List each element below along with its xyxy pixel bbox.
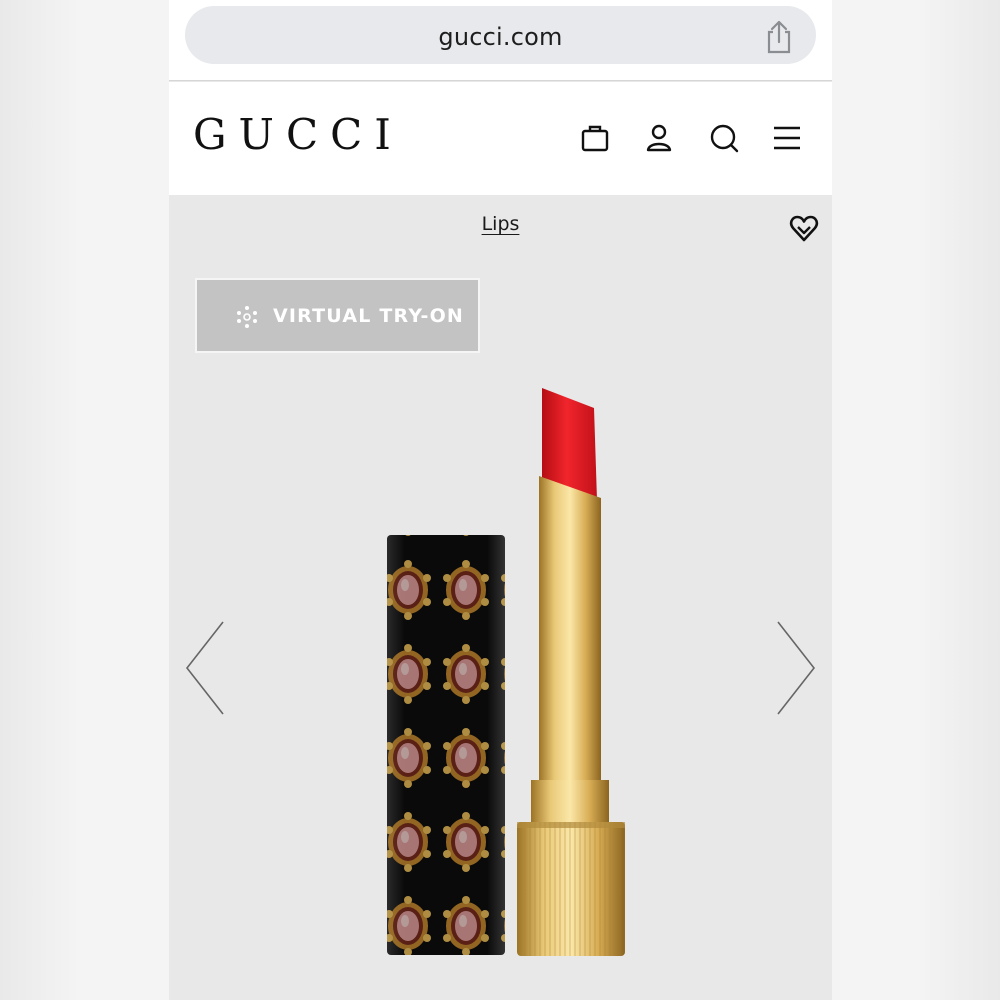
chevron-left-icon[interactable] (183, 620, 227, 720)
account-icon[interactable] (643, 122, 675, 154)
menu-icon[interactable] (771, 122, 803, 154)
browser-bar: gucci.com (169, 0, 832, 81)
face-scan-icon (237, 306, 257, 328)
breadcrumb: Lips (169, 213, 832, 235)
red-lipstick-image (387, 388, 625, 956)
heart-icon[interactable] (789, 215, 819, 243)
gucci-logo[interactable]: GUCCI (193, 110, 403, 159)
chevron-right-icon[interactable] (774, 620, 818, 720)
share-icon[interactable] (763, 20, 795, 54)
url-text: gucci.com (438, 23, 563, 51)
site-header: GUCCI (169, 82, 832, 195)
shopping-bag-icon[interactable] (579, 122, 611, 154)
search-icon[interactable] (708, 122, 740, 154)
phone-screen: gucci.com GUCCI Lips VIRTUAL TRY-ON (169, 0, 832, 1000)
category-link[interactable]: Lips (482, 213, 520, 235)
address-bar[interactable]: gucci.com (185, 6, 816, 64)
virtual-try-on-button[interactable]: VIRTUAL TRY-ON (195, 278, 480, 353)
virtual-try-on-label: VIRTUAL TRY-ON (273, 305, 465, 327)
